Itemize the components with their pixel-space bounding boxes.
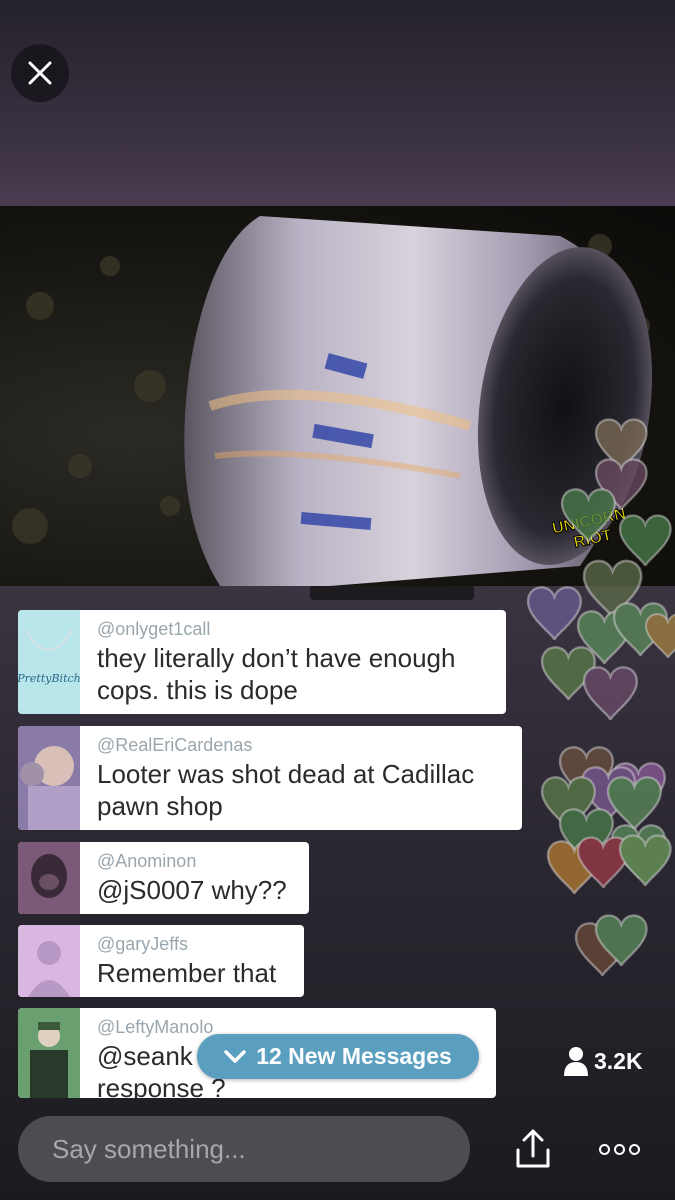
viewer-count-value: 3.2K bbox=[594, 1047, 643, 1074]
close-icon bbox=[28, 61, 52, 85]
chat-body: @RealEriCardenas Looter was shot dead at… bbox=[80, 726, 522, 830]
chat-body: @Anominon @jS0007 why?? bbox=[80, 842, 303, 914]
more-dot-icon bbox=[628, 1143, 640, 1155]
avatar-text: PrettyBitch bbox=[18, 672, 80, 685]
chat-text: Remember that bbox=[97, 958, 277, 988]
video-stream[interactable]: UNICORN RIOT bbox=[0, 206, 675, 586]
more-dot-icon bbox=[613, 1143, 625, 1155]
chat-username[interactable]: @Anominon bbox=[97, 850, 287, 872]
chat-username[interactable]: @garyJeffs bbox=[97, 933, 276, 955]
close-button[interactable] bbox=[11, 44, 69, 102]
chat-text: they literally don’t have enough cops. t… bbox=[97, 643, 456, 705]
chat-username[interactable]: @RealEriCardenas bbox=[97, 734, 506, 756]
video-strip bbox=[310, 586, 474, 600]
default-avatar-icon bbox=[28, 941, 70, 997]
avatar bbox=[18, 726, 80, 830]
new-messages-label: 12 New Messages bbox=[256, 1043, 452, 1069]
chat-body: @garyJeffs Remember that bbox=[80, 925, 292, 997]
chat-message[interactable]: @Anominon @jS0007 why?? bbox=[18, 842, 309, 914]
chat-message[interactable]: PrettyBitch @onlyget1call they literally… bbox=[18, 610, 506, 714]
chat-username[interactable]: @onlyget1call bbox=[97, 618, 490, 640]
comment-input[interactable]: Say something... bbox=[18, 1116, 470, 1182]
chat-text-line: @seank bbox=[97, 1041, 193, 1071]
chat-text-line: response ? bbox=[97, 1073, 226, 1098]
chat-text: @jS0007 why?? bbox=[97, 875, 287, 905]
avatar-necklace: PrettyBitch bbox=[18, 629, 81, 685]
video-frame: UNICORN RIOT bbox=[12, 216, 653, 586]
avatar bbox=[18, 842, 80, 914]
share-button[interactable] bbox=[510, 1128, 556, 1170]
chat-body: @onlyget1call they literally don’t have … bbox=[80, 610, 506, 714]
viewer-count[interactable]: 3.2K bbox=[564, 1046, 643, 1076]
more-dot-icon bbox=[598, 1143, 610, 1155]
avatar bbox=[18, 1008, 80, 1098]
person-icon bbox=[564, 1047, 588, 1076]
avatar-photo bbox=[20, 746, 80, 830]
more-options-button[interactable] bbox=[596, 1138, 642, 1160]
avatar-photo bbox=[30, 1022, 68, 1098]
top-background bbox=[0, 0, 675, 206]
avatar bbox=[18, 925, 80, 997]
chat-text: Looter was shot dead at Cadillac pawn sh… bbox=[97, 759, 475, 821]
chat-message[interactable]: @garyJeffs Remember that bbox=[18, 925, 304, 997]
share-icon bbox=[516, 1129, 550, 1168]
avatar-photo bbox=[31, 854, 67, 898]
chat-username[interactable]: @LeftyManolo bbox=[97, 1016, 226, 1038]
chevron-down-icon bbox=[224, 1049, 246, 1063]
new-messages-button[interactable]: 12 New Messages bbox=[197, 1034, 479, 1079]
avatar: PrettyBitch bbox=[18, 610, 81, 714]
chat-message[interactable]: @RealEriCardenas Looter was shot dead at… bbox=[18, 726, 522, 830]
comment-placeholder: Say something... bbox=[52, 1133, 246, 1164]
